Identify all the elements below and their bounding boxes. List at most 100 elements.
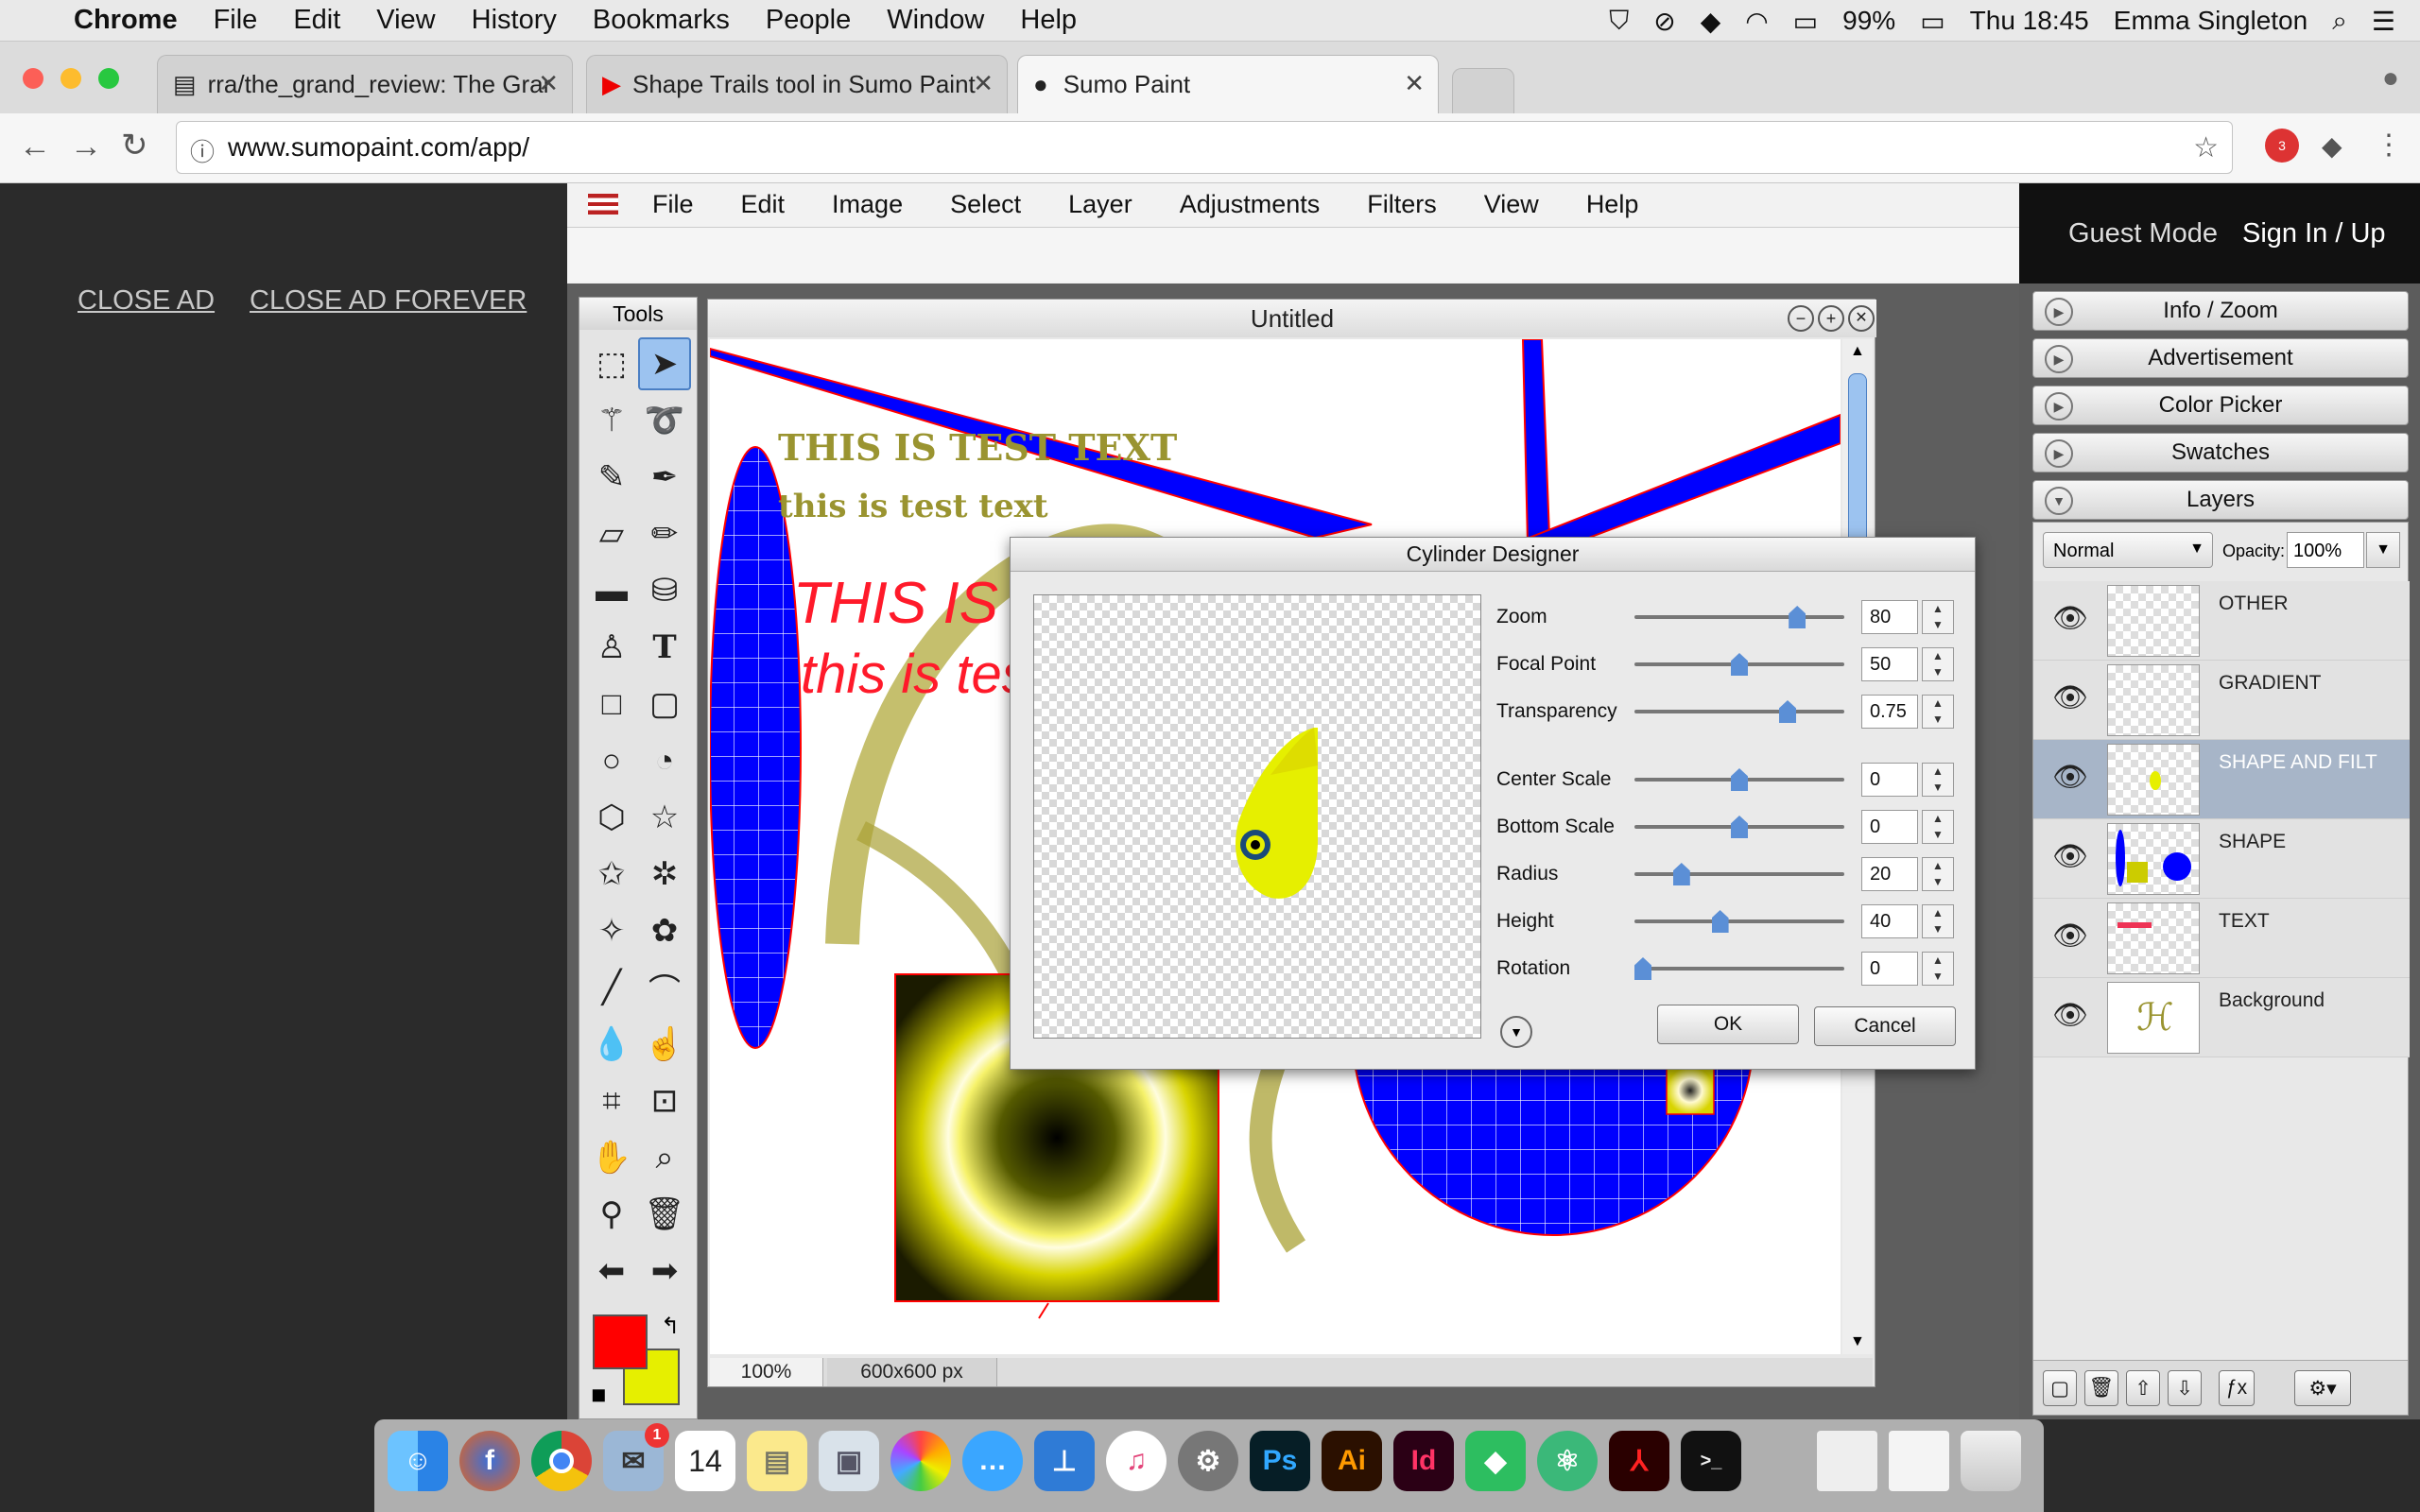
zoom-level[interactable]: 100% (710, 1358, 823, 1386)
layer-row-other[interactable]: 👁 OTHER (2033, 581, 2410, 661)
maximize-icon[interactable]: + (1818, 305, 1844, 332)
center-scale-stepper[interactable]: ▲ ▼ (1922, 763, 1954, 797)
layer-row-shape-and-filt[interactable]: 👁 SHAPE AND FILT (2033, 740, 2410, 819)
window-close-button[interactable] (23, 68, 43, 89)
hand-icon[interactable]: ✋ (585, 1131, 638, 1184)
blur-drop-icon[interactable]: 💧 (585, 1018, 638, 1071)
move-layer-down-icon[interactable]: ⇩ (2168, 1370, 2202, 1406)
rectangle-icon[interactable]: □ (585, 678, 638, 730)
address-bar[interactable]: ⓘ www.sumopaint.com/app/ ☆ (176, 121, 2233, 174)
slider-thumb[interactable] (1731, 816, 1748, 838)
system-preferences-icon[interactable]: ⚙ (1178, 1431, 1238, 1491)
bottom-scale-slider[interactable] (1634, 816, 1844, 838)
primary-color-swatch[interactable] (593, 1314, 648, 1369)
height-input[interactable]: 40 (1861, 904, 1918, 938)
menu-view[interactable]: View (376, 5, 435, 36)
scroll-down-icon[interactable]: ▼ (1850, 1333, 1865, 1350)
marquee-tool-icon[interactable]: ⬚ (585, 337, 638, 390)
height-stepper[interactable]: ▲ ▼ (1922, 904, 1954, 938)
rotation-input[interactable]: 0 (1861, 952, 1918, 986)
eye-icon[interactable]: 👁 (2052, 761, 2094, 799)
move-tool-icon[interactable]: ➤ (638, 337, 691, 390)
redo-arrow-icon[interactable]: ➡ (638, 1245, 691, 1297)
opacity-dropdown[interactable]: ▼ (2366, 532, 2400, 568)
blocked-icon[interactable]: ⊘ (1653, 6, 1675, 37)
flag-icon[interactable] (588, 194, 618, 215)
tab-grand-review[interactable]: ▤ rra/the_grand_review: The Grar ✕ (157, 55, 573, 113)
app-menu-layer[interactable]: Layer (1068, 190, 1132, 219)
zoom-slider[interactable] (1634, 606, 1844, 628)
close-icon[interactable]: ✕ (973, 69, 994, 98)
app-menu-help[interactable]: Help (1586, 190, 1639, 219)
notes-icon[interactable]: ▤ (747, 1431, 807, 1491)
slider-thumb[interactable] (1672, 863, 1690, 885)
downloads-stack-icon[interactable] (1889, 1431, 1949, 1491)
bookmark-star-icon[interactable]: ☆ (2193, 131, 2219, 164)
new-layer-icon[interactable]: ▢ (2043, 1370, 2077, 1406)
menu-help[interactable]: Help (1020, 5, 1077, 36)
tab-youtube[interactable]: ▶ Shape Trails tool in Sumo Paint ✕ (586, 55, 1008, 113)
transparency-input[interactable]: 0.75 (1861, 695, 1918, 729)
slider-thumb[interactable] (1634, 957, 1651, 980)
crop-icon[interactable]: ⌗ (585, 1074, 638, 1127)
bottom-scale-stepper[interactable]: ▲ ▼ (1922, 810, 1954, 844)
app-menu-filters[interactable]: Filters (1367, 190, 1437, 219)
blend-mode-select[interactable]: Normal ▼ (2043, 532, 2213, 568)
new-tab-button[interactable] (1452, 68, 1514, 113)
evernote-extension-icon[interactable]: ◆ (2322, 130, 2342, 162)
pencil-icon[interactable]: ✏ (638, 507, 691, 560)
brush-icon[interactable]: ✎ (585, 451, 638, 504)
preview-icon[interactable]: ▣ (819, 1431, 879, 1491)
indesign-icon[interactable]: Id (1393, 1431, 1454, 1491)
menu-edit[interactable]: Edit (293, 5, 340, 36)
clone-stamp-icon[interactable]: ♙ (585, 621, 638, 674)
expand-icon[interactable]: ▶ (2045, 392, 2073, 421)
profile-icon[interactable]: ● (2382, 62, 2399, 94)
calligraphy-icon[interactable]: ✒ (638, 451, 691, 504)
opacity-input[interactable]: 100% (2287, 532, 2364, 568)
window-minimize-button[interactable] (60, 68, 81, 89)
menu-file[interactable]: File (214, 5, 258, 36)
scroll-up-icon[interactable]: ▲ (1850, 343, 1865, 360)
forward-icon[interactable]: → (70, 129, 102, 165)
finder-icon[interactable]: ☺ (388, 1431, 448, 1491)
back-icon[interactable]: ← (19, 129, 51, 165)
wifi-icon[interactable]: ◠ (1745, 6, 1768, 37)
menu-app-name[interactable]: Chrome (74, 5, 178, 36)
dialog-titlebar[interactable]: Cylinder Designer (1011, 538, 1975, 572)
layer-row-text[interactable]: 👁 TEXT (2033, 899, 2410, 978)
minimized-window-icon[interactable] (1817, 1431, 1877, 1491)
focal-point-slider[interactable] (1634, 653, 1844, 676)
zoom-icon[interactable]: ⌕ (638, 1131, 691, 1184)
swap-colors-icon[interactable]: ↰ (661, 1313, 680, 1340)
clock[interactable]: Thu 18:45 (1970, 6, 2089, 36)
delete-layer-icon[interactable]: 🗑 (2084, 1370, 2118, 1406)
slider-thumb[interactable] (1731, 653, 1748, 676)
gradient-icon[interactable]: ▬ (585, 564, 638, 617)
slider-thumb[interactable] (1711, 910, 1729, 933)
battery-icon[interactable]: ▭ (1920, 6, 1945, 37)
extension-icon[interactable]: 3 (2265, 129, 2299, 163)
notification-center-icon[interactable]: ☰ (2372, 6, 2395, 37)
move-layer-up-icon[interactable]: ⇧ (2126, 1370, 2160, 1406)
magic-wand-icon[interactable]: ⚚ (585, 394, 638, 447)
eye-icon[interactable]: 👁 (2052, 999, 2094, 1037)
app-menu-adjustments[interactable]: Adjustments (1180, 190, 1321, 219)
transparency-stepper[interactable]: ▲ ▼ (1922, 695, 1954, 729)
layer-effects-icon[interactable]: ƒx (2219, 1370, 2255, 1406)
star-icon[interactable]: ☆ (638, 791, 691, 844)
app-menu-file[interactable]: File (652, 190, 694, 219)
expand-icon[interactable]: ▶ (2045, 298, 2073, 326)
undo-arrow-icon[interactable]: ⬅ (585, 1245, 638, 1297)
slider-thumb[interactable] (1789, 606, 1806, 628)
zoom-input[interactable]: 80 (1861, 600, 1918, 634)
menu-window[interactable]: Window (887, 5, 984, 36)
ok-button[interactable]: OK (1657, 1005, 1799, 1044)
spotlight-icon[interactable]: ⌕ (2332, 6, 2347, 37)
close-icon[interactable]: ✕ (1848, 305, 1875, 332)
zoom-stepper[interactable]: ▲ ▼ (1922, 600, 1954, 634)
app-menu-image[interactable]: Image (832, 190, 903, 219)
reload-icon[interactable]: ↻ (121, 127, 148, 164)
app-menu-select[interactable]: Select (950, 190, 1021, 219)
fill-bucket-icon[interactable]: ⛁ (638, 564, 691, 617)
